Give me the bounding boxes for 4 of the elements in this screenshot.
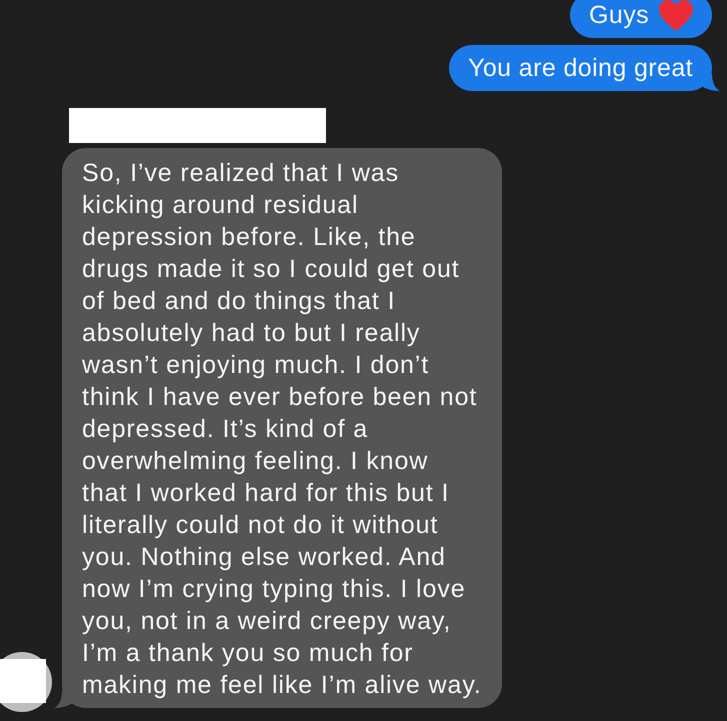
heart-icon: [659, 0, 693, 30]
bubble-tail: [700, 73, 720, 91]
sent-message-bubble: You are doing great: [449, 45, 712, 91]
sent-message-bubble: Guys: [570, 0, 712, 38]
